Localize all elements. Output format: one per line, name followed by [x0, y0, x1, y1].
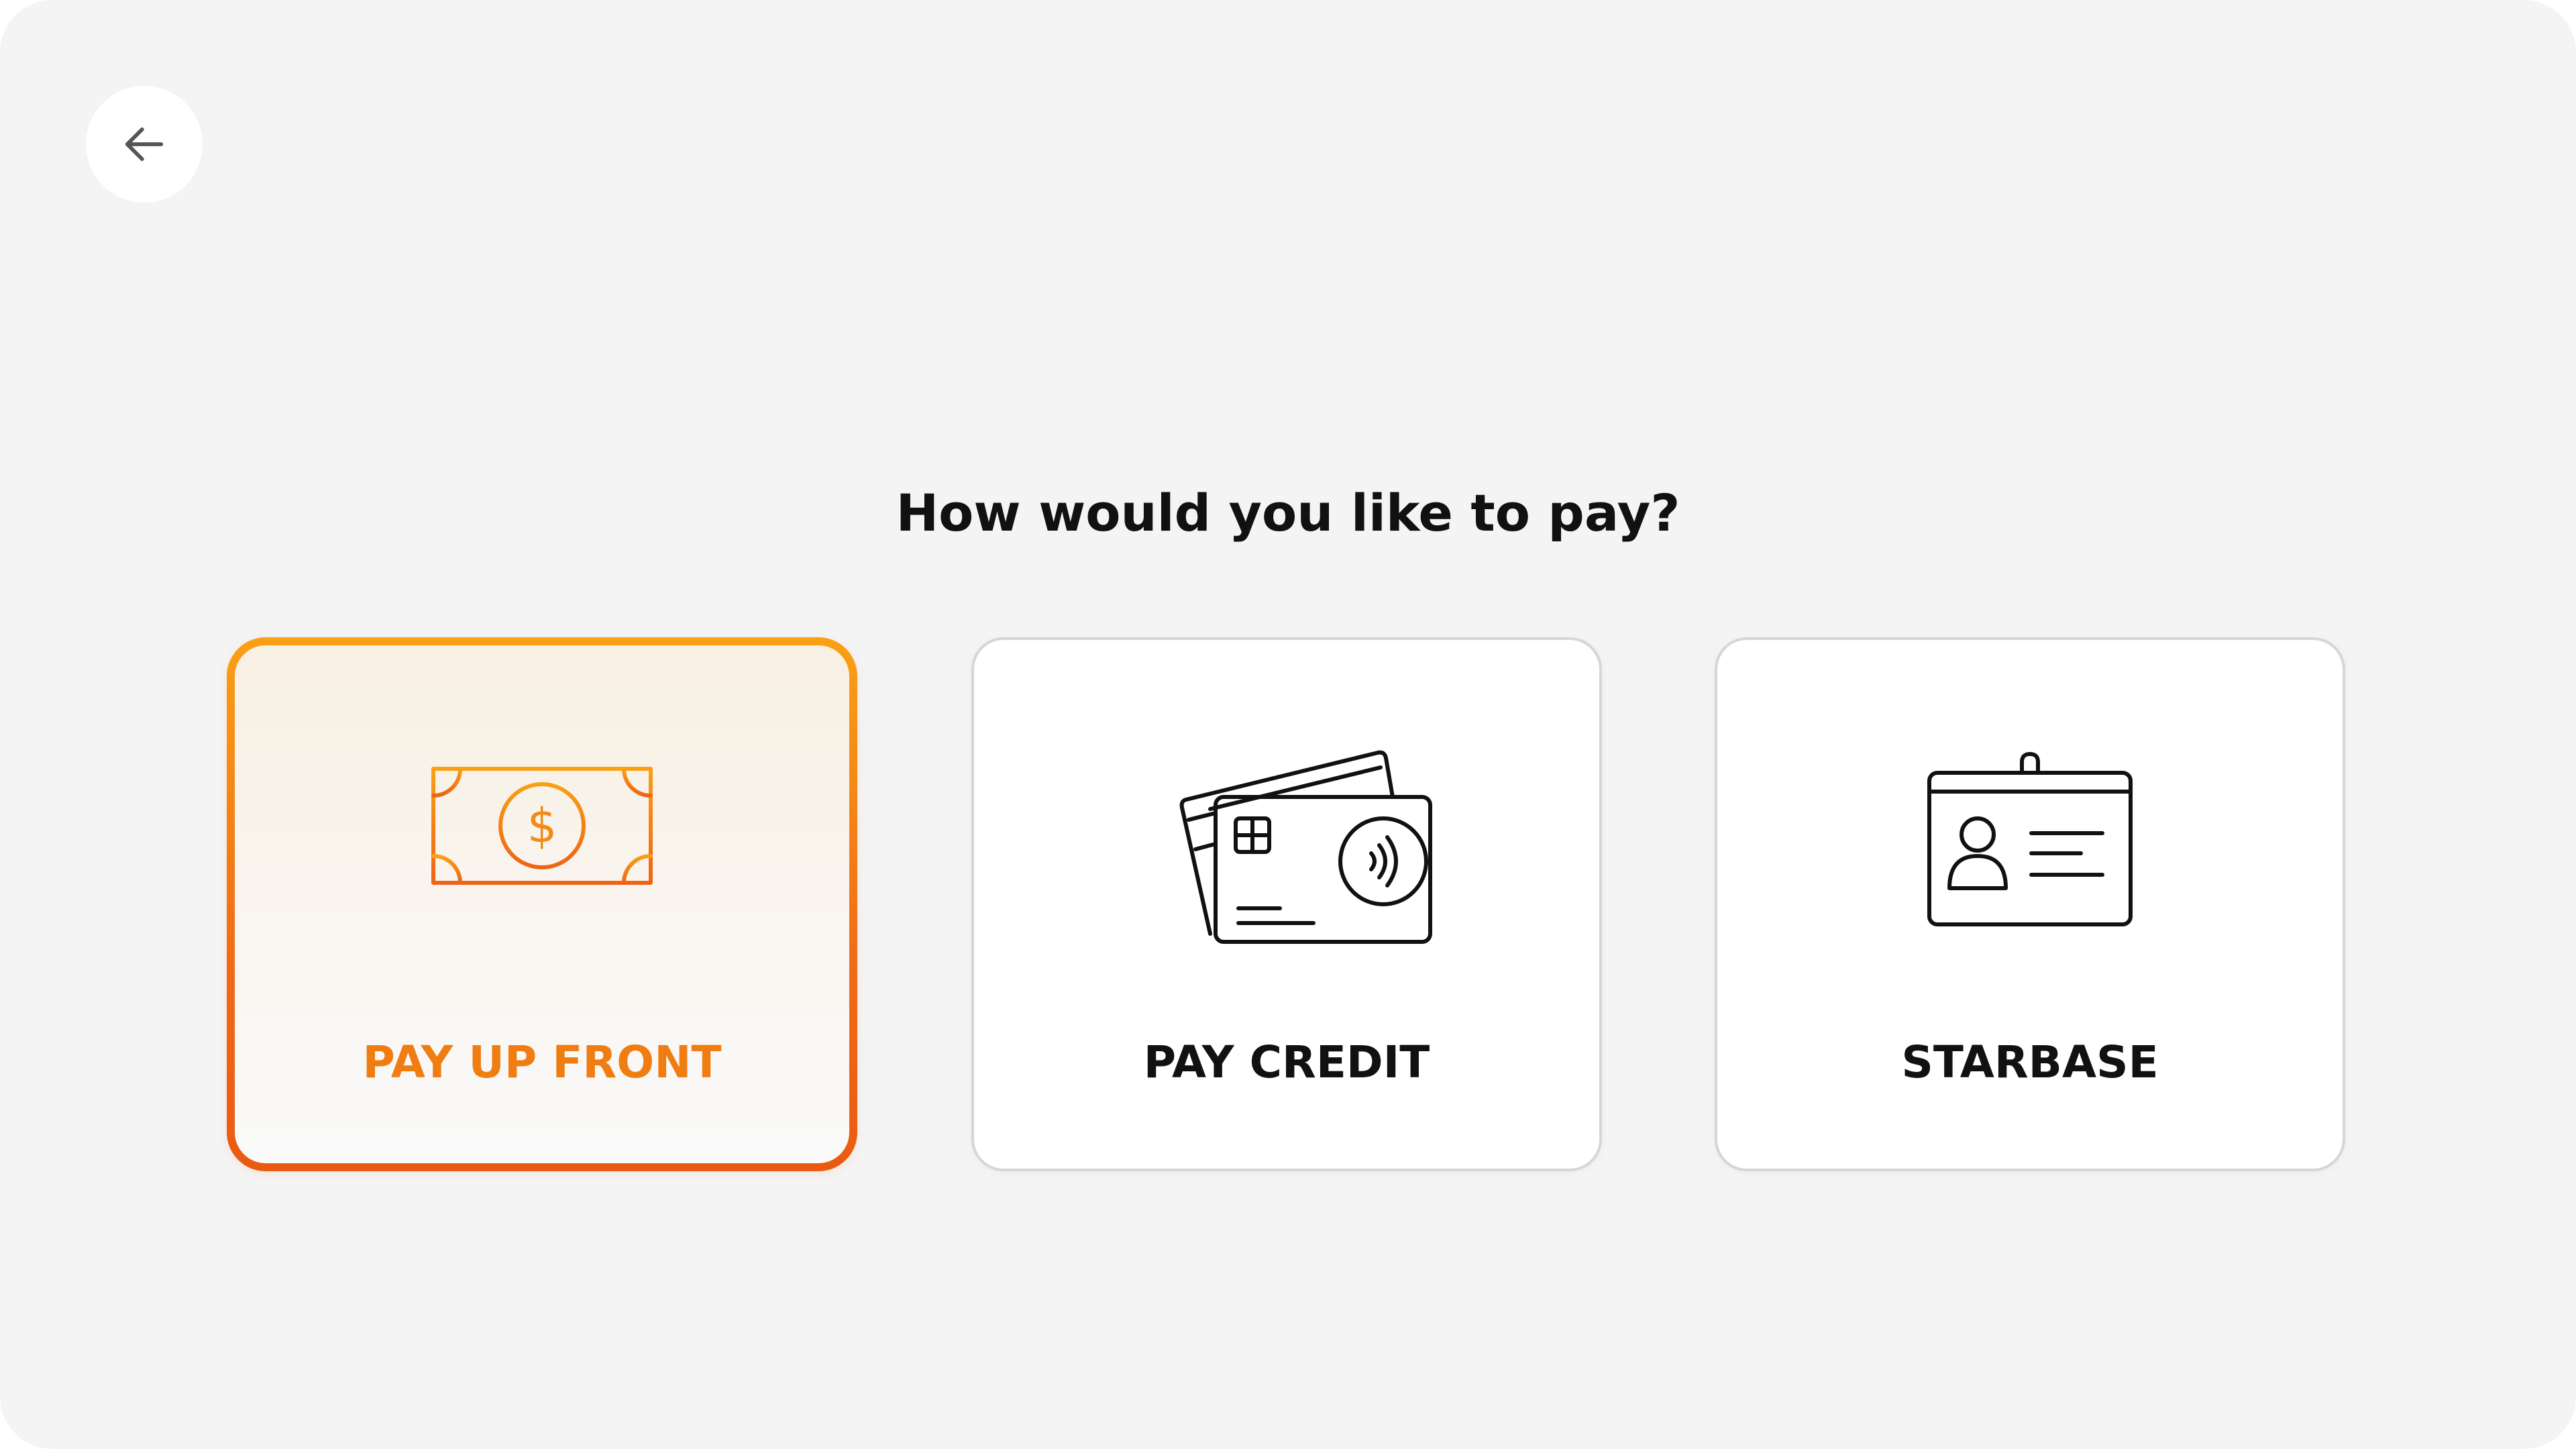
id-badge-icon: [1909, 752, 2151, 975]
pay-credit-option[interactable]: PAY CREDIT: [971, 637, 1602, 1171]
payment-method-screen: How would you like to pay? $ PAY UP FRON…: [0, 0, 2576, 1449]
cash-stack-icon: $: [421, 754, 663, 975]
option-label: STARBASE: [1901, 1036, 2159, 1088]
option-label: PAY CREDIT: [1143, 1036, 1430, 1088]
option-label: PAY UP FRONT: [362, 1036, 722, 1088]
credit-cards-icon: [1166, 750, 1432, 975]
payment-options: $ PAY UP FRONT PAY CREDIT STARBASE: [0, 0, 2576, 1449]
starbase-option[interactable]: STARBASE: [1715, 637, 2345, 1171]
svg-text:$: $: [527, 798, 557, 853]
pay-up-front-option[interactable]: $ PAY UP FRONT: [227, 637, 857, 1171]
